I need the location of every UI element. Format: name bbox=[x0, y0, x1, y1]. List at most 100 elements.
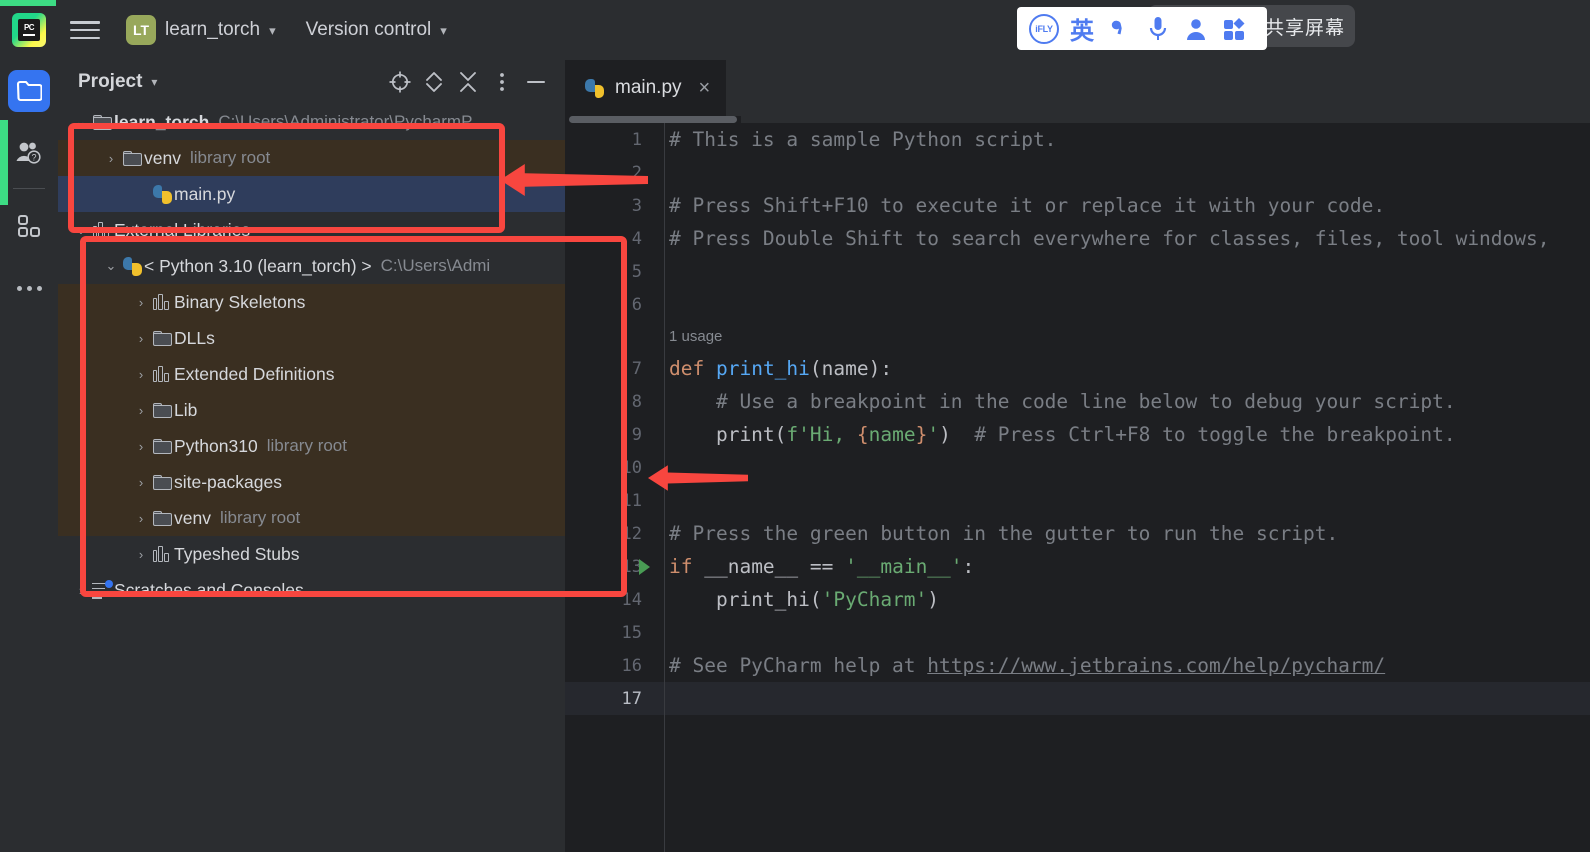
code-line[interactable] bbox=[665, 682, 1590, 715]
code-line[interactable]: # Use a breakpoint in the code line belo… bbox=[665, 385, 1590, 418]
folder-icon bbox=[16, 80, 42, 102]
tree-row-learn-torch[interactable]: ⌄ learn_torch C:\Users\Administrator\Pycha… bbox=[58, 104, 565, 140]
tree-row-lib[interactable]: › Lib bbox=[58, 392, 565, 428]
tree-row-binary-skeletons[interactable]: › Binary Skeletons bbox=[58, 284, 565, 320]
sidebar-item-more[interactable] bbox=[0, 257, 58, 319]
tree-row-venv[interactable]: › venv library root bbox=[58, 140, 565, 176]
chevron-right-icon[interactable]: › bbox=[72, 583, 90, 598]
tree-row-scratches-and-consoles[interactable]: › Scratches and Consoles bbox=[58, 572, 565, 608]
code-line[interactable]: def print_hi(name): bbox=[665, 352, 1590, 385]
ifly-punctuation-icon[interactable] bbox=[1101, 10, 1139, 48]
chevron-right-icon[interactable]: › bbox=[132, 475, 150, 490]
gutter-line-number[interactable]: 14 bbox=[565, 583, 664, 616]
tree-row-external-libraries[interactable]: ⌄ External Libraries bbox=[58, 212, 565, 248]
ifly-language-button[interactable]: 英 bbox=[1063, 10, 1101, 48]
collapse-all-icon[interactable] bbox=[453, 67, 483, 97]
gutter-line-number[interactable]: 15 bbox=[565, 616, 664, 649]
project-tree[interactable]: ⌄ learn_torch C:\Users\Administrator\Pycha… bbox=[58, 104, 565, 852]
gutter-line-number[interactable]: 17 bbox=[565, 682, 664, 715]
editor-tab-main-py[interactable]: main.py × bbox=[565, 60, 727, 116]
gutter-line-number[interactable]: 16 bbox=[565, 649, 664, 682]
gutter-line-number[interactable]: 9 bbox=[565, 418, 664, 451]
ifly-logo-icon[interactable]: iFLY bbox=[1025, 10, 1063, 48]
tree-row-dlls[interactable]: › DLLs bbox=[58, 320, 565, 356]
chevron-right-icon[interactable]: › bbox=[132, 403, 150, 418]
gutter-line-number[interactable]: 7 bbox=[565, 352, 664, 385]
tree-row-secondary-label: library root bbox=[189, 148, 271, 167]
sidebar-item-plugins[interactable] bbox=[0, 195, 58, 257]
gutter-line-number[interactable]: 11 bbox=[565, 484, 664, 517]
tree-row-label: site-packages bbox=[174, 471, 282, 492]
page-title: Project bbox=[78, 71, 143, 92]
tree-row-secondary-label: library root bbox=[219, 508, 301, 527]
sidebar-item-learn[interactable]: ? bbox=[0, 122, 58, 184]
tree-row-typeshed-stubs[interactable]: › Typeshed Stubs bbox=[58, 536, 565, 572]
tree-row-label: External Libraries bbox=[114, 219, 251, 240]
code-line[interactable] bbox=[665, 616, 1590, 649]
chevron-right-icon[interactable]: › bbox=[102, 151, 120, 166]
project-name-label: learn_torch bbox=[165, 19, 261, 40]
hide-panel-icon[interactable] bbox=[521, 67, 551, 97]
expand-all-icon[interactable] bbox=[419, 67, 449, 97]
gutter-line-number[interactable]: 8 bbox=[565, 385, 664, 418]
gutter-line-number[interactable]: 6 bbox=[565, 288, 664, 321]
locate-target-icon[interactable] bbox=[385, 67, 415, 97]
tree-row-site-packages[interactable]: › site-packages bbox=[58, 464, 565, 500]
code-line[interactable]: if __name__ == '__main__': bbox=[665, 550, 1590, 583]
tree-row-venv[interactable]: › venv library root bbox=[58, 500, 565, 536]
run-script-arrow-icon[interactable] bbox=[639, 559, 650, 575]
chevron-down-icon[interactable]: ⌄ bbox=[102, 258, 120, 274]
ifly-apps-icon[interactable] bbox=[1215, 10, 1253, 48]
chevron-right-icon[interactable]: › bbox=[132, 511, 150, 526]
chevron-right-icon[interactable]: › bbox=[132, 547, 150, 562]
chevron-down-icon[interactable]: ⌄ bbox=[72, 222, 90, 238]
ifly-language-label: 英 bbox=[1070, 17, 1094, 45]
chevron-right-icon[interactable]: › bbox=[132, 439, 150, 454]
code-line[interactable]: # See PyCharm help at https://www.jetbra… bbox=[665, 649, 1590, 682]
code-line[interactable]: # Press Double Shift to search everywher… bbox=[665, 222, 1590, 255]
editor-code-column[interactable]: # This is a sample Python script. # Pres… bbox=[664, 123, 1590, 852]
code-line[interactable] bbox=[665, 288, 1590, 321]
code-line[interactable] bbox=[665, 484, 1590, 517]
chevron-down-icon[interactable]: ⌄ bbox=[72, 114, 90, 130]
code-line[interactable]: print(f'Hi, {name}') # Press Ctrl+F8 to … bbox=[665, 418, 1590, 451]
gutter-line-number[interactable]: 4 bbox=[565, 222, 664, 255]
editor-tab-bar: main.py × bbox=[565, 60, 1590, 116]
code-line[interactable]: # This is a sample Python script. bbox=[665, 123, 1590, 156]
tree-row-extended-definitions[interactable]: › Extended Definitions bbox=[58, 356, 565, 392]
code-line[interactable]: print_hi('PyCharm') bbox=[665, 583, 1590, 616]
editor-horizontal-scrollbar[interactable] bbox=[569, 116, 737, 123]
rail-divider bbox=[13, 188, 45, 189]
hamburger-menu-icon[interactable] bbox=[70, 18, 100, 42]
tree-row-main-py[interactable]: main.py bbox=[58, 176, 565, 212]
code-line[interactable] bbox=[665, 451, 1590, 484]
gutter-line-number[interactable]: 10 bbox=[565, 451, 664, 484]
chevron-right-icon[interactable]: › bbox=[132, 367, 150, 382]
sidebar-item-project[interactable] bbox=[0, 60, 58, 122]
project-badge: LT bbox=[126, 15, 156, 45]
library-icon bbox=[152, 546, 172, 562]
gutter-line-number[interactable]: 5 bbox=[565, 255, 664, 288]
close-icon[interactable]: × bbox=[699, 78, 711, 98]
code-line[interactable]: # Press the green button in the gutter t… bbox=[665, 517, 1590, 550]
code-line[interactable]: # Press Shift+F10 to execute it or repla… bbox=[665, 189, 1590, 222]
chevron-down-icon[interactable]: ▾ bbox=[151, 75, 157, 89]
chevron-right-icon[interactable]: › bbox=[132, 295, 150, 310]
tree-row-python310[interactable]: › Python310 library root bbox=[58, 428, 565, 464]
version-control-selector[interactable]: Version control ▾ bbox=[306, 19, 447, 41]
ifly-user-icon[interactable] bbox=[1177, 10, 1215, 48]
code-line[interactable] bbox=[665, 255, 1590, 288]
ifly-microphone-icon[interactable] bbox=[1139, 10, 1177, 48]
gutter-line-number[interactable]: 1 bbox=[565, 123, 664, 156]
editor-gutter[interactable]: 1 2 3 4 5 6 7 8 9 10 11 12 13 14 15 16 17 bbox=[565, 123, 664, 852]
gutter-line-number[interactable]: 2 bbox=[565, 156, 664, 189]
gutter-line-number[interactable]: 12 bbox=[565, 517, 664, 550]
project-selector[interactable]: LT learn_torch ▾ bbox=[126, 15, 276, 45]
code-line[interactable] bbox=[665, 156, 1590, 189]
gutter-line-number[interactable]: 3 bbox=[565, 189, 664, 222]
tree-row-python-3-10-learn-torch[interactable]: ⌄ < Python 3.10 (learn_torch) > C:\Users\A… bbox=[58, 248, 565, 284]
chevron-right-icon[interactable]: › bbox=[132, 331, 150, 346]
more-options-icon[interactable] bbox=[487, 67, 517, 97]
ifly-ime-toolbar[interactable]: iFLY 英 bbox=[1017, 7, 1267, 50]
more-dots-icon bbox=[16, 285, 42, 291]
